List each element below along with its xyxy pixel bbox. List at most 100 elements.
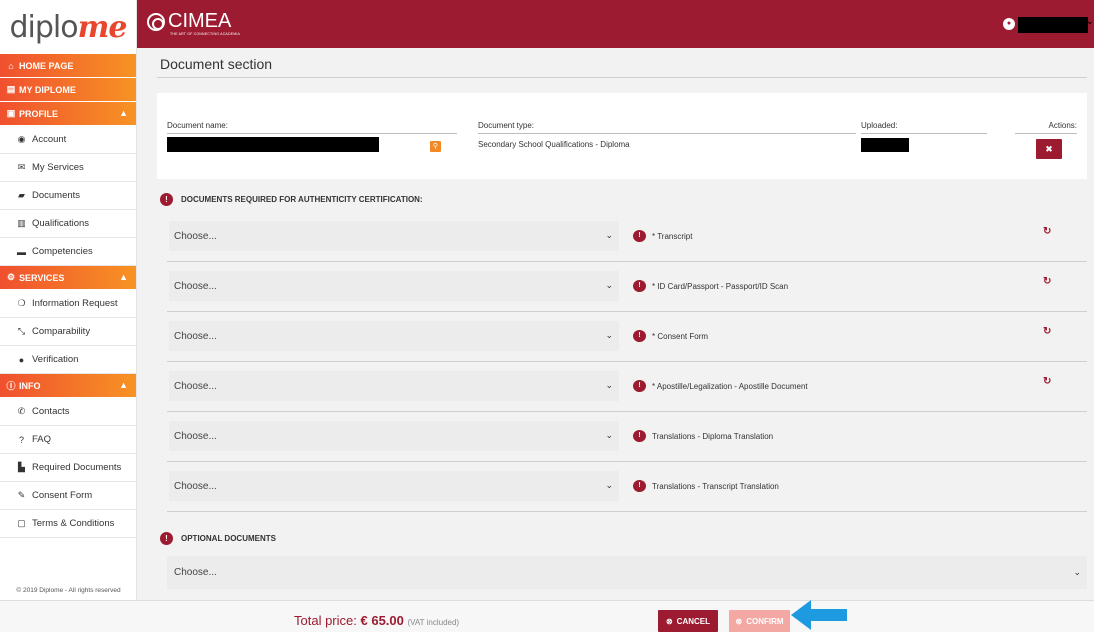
sidebar-item-qualifications[interactable]: ▥ Qualifications	[0, 210, 136, 238]
logo-text: diplo	[9, 9, 79, 45]
refresh-icon[interactable]: ↻	[1043, 276, 1051, 287]
logo-accent: me	[77, 9, 128, 45]
total-price: Total price: € 65.00 (VAT included)	[294, 613, 460, 628]
briefcase-icon: ▬	[17, 246, 26, 257]
apostille-label: ! * Apostille/Legalization - Apostille Do…	[633, 380, 808, 392]
sidebar-item-contacts[interactable]: ✆ Contacts	[0, 398, 136, 426]
sidebar-item-terms-conditions[interactable]: ▢ Terms & Conditions	[0, 510, 136, 538]
sidebar-item-services[interactable]: ⚙ SERVICES ▲	[0, 266, 136, 290]
transcript-translation-label: ! Translations - Transcript Translation	[633, 480, 779, 492]
sidebar-item-home-page[interactable]: ⌂ HOME PAGE	[0, 54, 136, 78]
chevron-down-icon[interactable]: ⌄	[1086, 16, 1094, 27]
pointer-arrow-icon	[791, 600, 847, 630]
diploma-translation-select[interactable]: Choose... ⌄	[169, 421, 619, 451]
uploaded-date-redacted	[861, 138, 909, 152]
chevron-down-icon: ⌄	[605, 430, 613, 440]
document-name-redacted	[167, 137, 379, 152]
sidebar-item-account[interactable]: ◉ Account	[0, 126, 136, 154]
sidebar-item-my-diplome[interactable]: ▤ MY DIPLOME	[0, 78, 136, 102]
sidebar-item-information-request[interactable]: ❍ Information Request	[0, 290, 136, 318]
document-row-apostille: Choose... ⌄ ! * Apostille/Legalization - A…	[167, 362, 1087, 412]
id-card-select[interactable]: Choose... ⌄	[169, 271, 619, 301]
arrow-shape	[791, 600, 847, 630]
refresh-icon[interactable]: ↻	[1043, 326, 1051, 337]
delete-document-button[interactable]: ✖	[1036, 139, 1062, 159]
required-documents-heading: ! DOCUMENTS REQUIRED FOR AUTHENTICITY CE…	[160, 193, 423, 206]
sidebar-item-comparability[interactable]: ⤡ Comparability	[0, 318, 136, 346]
chevron-down-icon: ⌄	[605, 480, 613, 490]
search-button[interactable]: ⚲	[430, 141, 441, 152]
search-icon: ⚲	[432, 143, 439, 150]
main-content: Document section Document name: ⚲ Docume…	[137, 48, 1094, 600]
phone-icon: ✆	[17, 406, 26, 416]
document-row-transcript: Choose... ⌄ ! * Transcript ↻	[167, 212, 1087, 262]
document-row-diploma-translation: Choose... ⌄ ! Translations - Diploma Trans…	[167, 412, 1087, 462]
info-icon: !	[160, 193, 173, 206]
sidebar-item-documents[interactable]: ▰ Documents	[0, 182, 136, 210]
sidebar-item-required-documents[interactable]: ▙ Required Documents	[0, 454, 136, 482]
diplome-logo[interactable]: diplo me	[0, 0, 136, 54]
sidebar: diplo me ⌂ HOME PAGE ▤ MY DIPLOME ▣ PROFILE ▲…	[0, 0, 137, 600]
document-row-id-card: Choose... ⌄ ! * ID Card/Passport - Passpor…	[167, 262, 1087, 312]
id-card-icon: ▣	[6, 108, 16, 118]
copyright: © 2019 Diplome - All rights reserved	[16, 587, 121, 594]
cimea-logo[interactable]: CIMEA THE ART OF CONNECTING ACADEMIA	[147, 10, 240, 36]
sidebar-item-profile[interactable]: ▣ PROFILE ▲	[0, 102, 136, 126]
top-header: CIMEA THE ART OF CONNECTING ACADEMIA ● ⌄	[137, 0, 1094, 48]
chevron-up-icon: ▲	[119, 108, 128, 118]
document-type-value: Secondary School Qualifications - Diplom…	[478, 140, 630, 149]
footer-bar: Total price: € 65.00 (VAT included) ⊗ CAN…	[0, 600, 1094, 632]
consent-form-label: ! * Consent Form	[633, 330, 708, 342]
document-icon: ▢	[17, 518, 26, 528]
transcript-label: ! * Transcript	[633, 230, 692, 242]
optional-document-select[interactable]: Choose... ⌄	[167, 556, 1087, 589]
sidebar-item-competencies[interactable]: ▬ Competencies	[0, 238, 136, 266]
book-icon: ▰	[18, 190, 25, 200]
document-type-label: Document type:	[478, 121, 856, 134]
compare-icon: ⤡	[17, 326, 26, 336]
uploaded-label: Uploaded:	[861, 121, 987, 134]
credit-card-icon: ▤	[6, 84, 16, 94]
file-icon: ▙	[18, 462, 25, 472]
confirm-icon: ⊗	[735, 616, 743, 626]
transcript-translation-select[interactable]: Choose... ⌄	[169, 471, 619, 501]
chevron-up-icon: ▲	[119, 272, 128, 282]
sidebar-item-consent-form[interactable]: ✎ Consent Form	[0, 482, 136, 510]
refresh-icon[interactable]: ↻	[1043, 376, 1051, 387]
info-icon[interactable]: !	[633, 430, 646, 442]
confirm-button[interactable]: ⊗ CONFIRM	[729, 610, 790, 632]
chevron-up-icon: ▲	[119, 380, 128, 390]
chevron-down-icon: ⌄	[1073, 567, 1081, 577]
actions-label: Actions:	[1015, 121, 1077, 134]
chevron-down-icon: ⌄	[605, 330, 613, 340]
info-icon[interactable]: !	[633, 230, 646, 242]
document-name-label: Document name:	[167, 121, 457, 134]
transcript-select[interactable]: Choose... ⌄	[169, 221, 619, 251]
sidebar-item-faq[interactable]: ? FAQ	[0, 426, 136, 454]
id-card-label: ! * ID Card/Passport - Passport/ID Scan	[633, 280, 788, 292]
document-card: Document name: ⚲ Document type: Secondar…	[157, 93, 1087, 179]
consent-form-select[interactable]: Choose... ⌄	[169, 321, 619, 351]
refresh-icon[interactable]: ↻	[1043, 226, 1051, 237]
diploma-translation-label: ! Translations - Diploma Translation	[633, 430, 773, 442]
info-icon[interactable]: !	[633, 380, 646, 392]
info-icon[interactable]: !	[633, 480, 646, 492]
sidebar-item-my-services[interactable]: ✉ My Services	[0, 154, 136, 182]
user-icon[interactable]: ●	[1003, 18, 1015, 30]
cancel-button[interactable]: ⊗ CANCEL	[658, 610, 718, 632]
chevron-down-icon: ⌄	[605, 280, 613, 290]
apostille-select[interactable]: Choose... ⌄	[169, 371, 619, 401]
chevron-down-icon: ⌄	[605, 380, 613, 390]
info-icon[interactable]: !	[633, 280, 646, 292]
info-icon[interactable]: !	[633, 330, 646, 342]
title-divider	[157, 77, 1087, 78]
optional-documents-heading: ! OPTIONAL DOCUMENTS	[160, 532, 276, 545]
sidebar-item-info[interactable]: ⓘ INFO ▲	[0, 374, 136, 398]
info-icon: ⓘ	[6, 381, 16, 391]
cancel-icon: ⊗	[665, 616, 673, 626]
dot-icon: ●	[18, 354, 25, 365]
sidebar-item-verification[interactable]: ● Verification	[0, 346, 136, 374]
user-name-redacted[interactable]	[1018, 17, 1088, 33]
certificate-icon: ▥	[17, 218, 26, 228]
pencil-icon: ✎	[17, 490, 26, 500]
